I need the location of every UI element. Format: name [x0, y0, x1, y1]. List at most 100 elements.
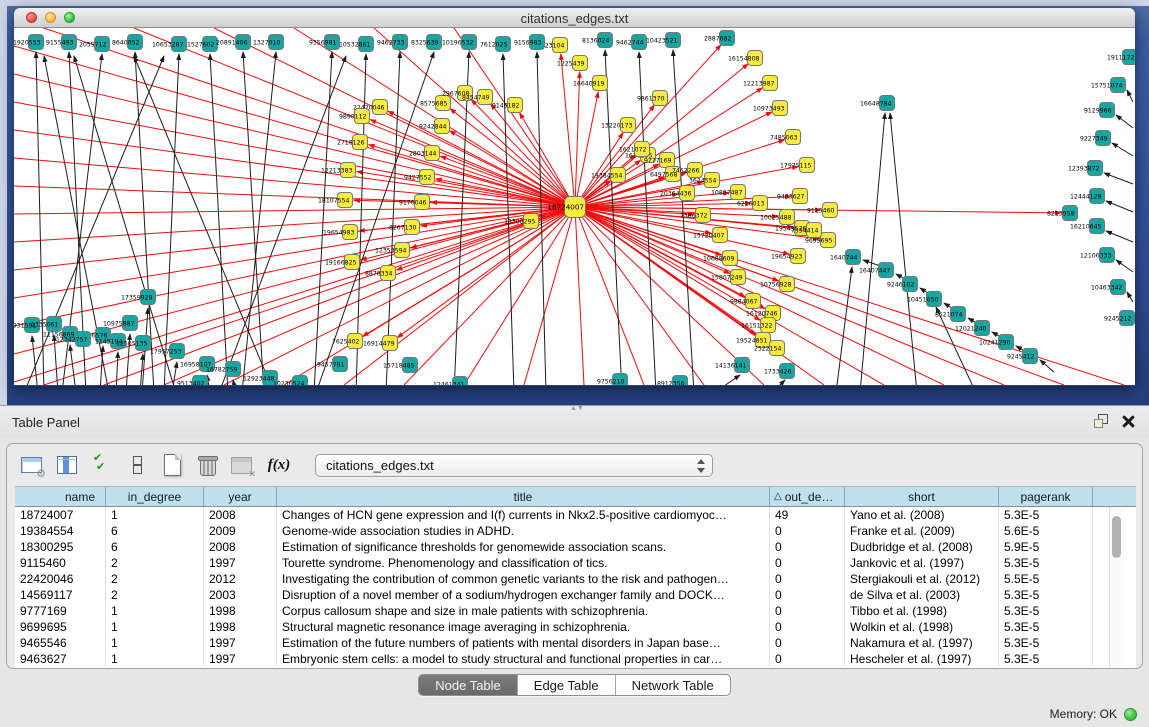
column-header-pagerank[interactable]: pagerank — [999, 487, 1093, 506]
window-title: citations_edges.txt — [14, 11, 1135, 26]
column-header-title[interactable]: title — [277, 487, 770, 506]
graph-node-label: 20891406 — [216, 39, 248, 46]
table-panel-header: ▲▼ Table Panel — [0, 405, 1149, 438]
table-row[interactable]: 977716911998Corpus callosum shape and si… — [15, 603, 1136, 619]
memory-status-indicator[interactable] — [1124, 708, 1137, 721]
graph-node-label: 3624554 — [689, 177, 717, 184]
delete-table-icon[interactable] — [229, 452, 255, 478]
graph-node-label: 10236524 — [273, 380, 305, 385]
table-row[interactable]: 1830029562008Estimation of significance … — [15, 539, 1136, 555]
table-cell: Jankovic et al. (1997) — [845, 555, 999, 571]
column-header-name[interactable]: name — [15, 487, 106, 506]
table-cell: 22420046 — [15, 571, 106, 587]
graph-node-label: 12393872 — [1068, 165, 1100, 172]
graph-edge — [860, 113, 885, 385]
table-cell: Estimation of significance thresholds fo… — [277, 539, 770, 555]
float-panel-icon[interactable] — [1094, 414, 1108, 428]
table-cell: 5.3E-5 — [999, 507, 1093, 523]
graph-node-label: 17359928 — [121, 294, 153, 301]
desktop-edge — [0, 0, 1149, 6]
tab-network-table[interactable]: Network Table — [616, 675, 730, 695]
graph-node-label: 18107554 — [318, 197, 350, 204]
table-cell: Wolkin et al. (1998) — [845, 619, 999, 635]
graph-edge — [219, 56, 346, 385]
table-row[interactable]: 946554611997Estimation of the future num… — [15, 635, 1136, 651]
graph-node-label: 16210645 — [1070, 223, 1102, 230]
vertical-scrollbar[interactable] — [1109, 507, 1124, 669]
desktop-edge — [0, 0, 7, 405]
table-row[interactable]: 969969511998Structural magnetic resonanc… — [15, 619, 1136, 635]
close-panel-icon[interactable] — [1122, 415, 1135, 428]
graph-edge — [210, 54, 228, 385]
graph-node-label: 9245412 — [1007, 353, 1035, 360]
table-selector-dropdown[interactable]: citations_edges.txt — [315, 454, 713, 477]
table-cell: 0 — [770, 587, 845, 603]
table-settings-icon[interactable] — [19, 452, 45, 478]
rows-icon[interactable] — [124, 452, 150, 478]
table-cell: 5.3E-5 — [999, 635, 1093, 651]
graph-edge — [714, 375, 740, 385]
new-doc-icon[interactable] — [159, 452, 185, 478]
table-row[interactable]: 2242004622012Investigating the contribut… — [15, 571, 1136, 587]
graph-node-label: 9245212 — [1104, 315, 1132, 322]
table-row[interactable]: 1938455462009Genome-wide association stu… — [15, 523, 1136, 539]
table-cell: 2003 — [204, 587, 277, 603]
function-icon[interactable]: f(x) — [264, 457, 294, 474]
graph-edge — [370, 120, 575, 207]
table-cell: 6 — [106, 523, 204, 539]
graph-node-label: 10532861 — [339, 41, 371, 48]
graph-node-label: 8213958 — [1047, 210, 1075, 217]
graph-node-label: 1911172 — [1107, 54, 1135, 61]
table-cell: Structural magnetic resonance image aver… — [277, 619, 770, 635]
graph-node-label: 17957253 — [150, 348, 182, 355]
graph-node-label: 9356981 — [309, 39, 337, 46]
graph-node-label: 9756210 — [597, 378, 625, 385]
graph-node-label: 15720407 — [693, 232, 725, 239]
network-window[interactable]: citations_edges.txt 22420046989011227181… — [14, 8, 1135, 386]
network-canvas[interactable]: 2242004698901122718126122133831810755419… — [14, 28, 1135, 385]
table-row[interactable]: 911546021997Tourette syndrome. Phenomeno… — [15, 555, 1136, 571]
graph-edge — [575, 207, 779, 281]
graph-edge — [1116, 260, 1133, 272]
dropdown-stepper-icon — [696, 459, 705, 473]
table-cell: Dudbridge et al. (2008) — [845, 539, 999, 555]
column-header-in-degree[interactable]: in_degree — [106, 487, 204, 506]
graph-node-label: 9463627 — [777, 193, 805, 200]
split-handle[interactable]: ▲▼ — [570, 406, 580, 412]
tab-node-table[interactable]: Node Table — [419, 675, 518, 695]
table-row[interactable]: 1456911722003Disruption of a novel membe… — [15, 587, 1136, 603]
graph-node-label: 1527602 — [187, 41, 215, 48]
network-window-titlebar[interactable]: citations_edges.txt — [14, 8, 1135, 28]
table-cell: 1 — [106, 651, 204, 667]
graph-edge — [575, 207, 884, 385]
column-header-out-de-[interactable]: △out_de… — [770, 487, 845, 506]
node-table: namein_degreeyeartitle△out_de…shortpager… — [15, 486, 1136, 669]
table-row[interactable]: 1872400712008Changes of HCN gene express… — [15, 507, 1136, 523]
graph-edge — [454, 28, 575, 207]
graph-node-label: 12444129 — [1070, 193, 1102, 200]
table-toolbar-panel: f(x) citations_edges.txt namein_degreeyea… — [6, 443, 1143, 669]
graph-node-label: 7462266 — [672, 167, 700, 174]
graph-node-label: 12213987 — [743, 80, 775, 87]
graph-node-label: 10423521 — [646, 37, 678, 44]
column-header-year[interactable]: year — [204, 487, 277, 506]
select-mode-icon[interactable] — [89, 452, 115, 478]
table-cell: 5.9E-5 — [999, 539, 1093, 555]
trash-icon[interactable] — [194, 452, 220, 478]
table-cell: 0 — [770, 571, 845, 587]
graph-node-label: 9777169 — [644, 157, 672, 164]
table-row[interactable]: 946362711997Embryonic stem cells: a mode… — [15, 651, 1136, 667]
column-header-short[interactable]: short — [845, 487, 999, 506]
table-cell: Yano et al. (2008) — [845, 507, 999, 523]
graph-node-label: 19524851 — [736, 337, 768, 344]
tab-edge-table[interactable]: Edge Table — [518, 675, 616, 695]
graph-node-label: 12353594 — [375, 247, 407, 254]
table-cell: 5.5E-5 — [999, 571, 1093, 587]
graph-node-label: 8640052 — [112, 39, 140, 46]
graph-node-label: 16640919 — [573, 80, 605, 87]
table-cell: 2008 — [204, 507, 277, 523]
graph-node-label: 12021240 — [955, 325, 987, 332]
column-select-icon[interactable] — [54, 452, 80, 478]
graph-node-label: 12923448 — [243, 375, 275, 382]
scrollbar-thumb[interactable] — [1112, 516, 1121, 558]
